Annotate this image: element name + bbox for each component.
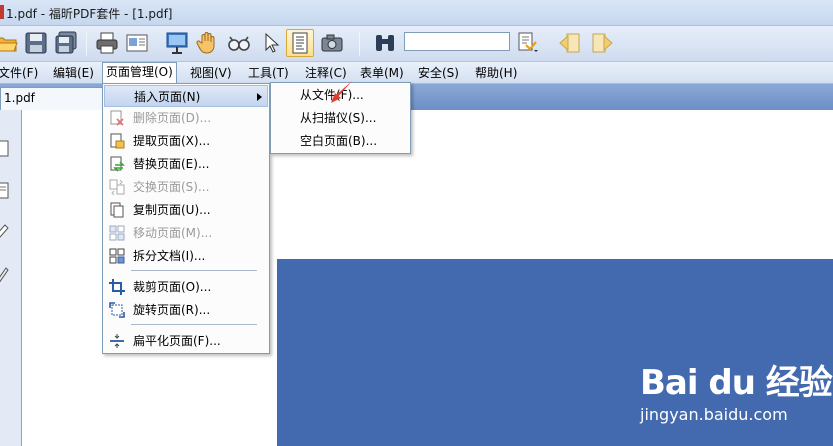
select-arrow-icon[interactable] (257, 29, 285, 57)
replace-page-icon (110, 156, 125, 172)
window-title: 1.pdf - 福昕PDF套件 - [1.pdf] (6, 7, 173, 21)
toolbar-separator (86, 32, 87, 56)
menu-flatten-page[interactable]: 扁平化页面(F)... (104, 330, 268, 352)
page-setup-icon[interactable] (123, 29, 151, 57)
menu-split-document-label: 拆分文档(I)... (133, 249, 206, 263)
find-options-icon[interactable] (514, 29, 542, 57)
document-tab[interactable]: 1.pdf (0, 87, 104, 110)
menu-page-management[interactable]: 页面管理(O) (102, 62, 177, 84)
watermark-url: jingyan.baidu.com (640, 405, 788, 424)
menu-security[interactable]: 安全(S) (415, 63, 462, 83)
crop-page-icon (109, 279, 125, 295)
split-document-icon (109, 248, 125, 264)
app-icon (0, 5, 4, 19)
menu-swap-page-label: 交换页面(S)... (133, 180, 210, 194)
snapshot-camera-icon[interactable] (318, 29, 346, 57)
title-bar: 1.pdf - 福昕PDF套件 - [1.pdf] (0, 0, 833, 26)
insert-page-icon (110, 89, 126, 105)
menu-crop-page-label: 裁剪页面(O)... (133, 280, 212, 294)
menu-insert-page[interactable]: 插入页面(N) (104, 85, 268, 107)
menu-flatten-page-label: 扁平化页面(F)... (133, 334, 221, 348)
swap-page-icon (109, 179, 125, 195)
menu-file[interactable]: 文件(F) (0, 63, 41, 83)
watermark-logo: Bai du 经验 (640, 363, 833, 403)
submenu-arrow-icon (257, 93, 262, 101)
menu-help[interactable]: 帮助(H) (472, 63, 520, 83)
zoom-glasses-icon[interactable] (225, 29, 253, 57)
menu-view[interactable]: 视图(V) (187, 63, 235, 83)
menu-move-page[interactable]: 移动页面(M)... (104, 222, 268, 244)
menu-copy-page-label: 复制页面(U)... (133, 203, 211, 217)
extract-page-icon (110, 133, 125, 149)
save-icon[interactable] (22, 29, 50, 57)
search-input[interactable] (404, 32, 510, 51)
menu-swap-page[interactable]: 交换页面(S)... (104, 176, 268, 198)
menu-tools[interactable]: 工具(T) (245, 63, 292, 83)
menu-form[interactable]: 表单(M) (357, 63, 407, 83)
menu-copy-page[interactable]: 复制页面(U)... (104, 199, 268, 221)
next-icon[interactable] (588, 29, 616, 57)
navigation-panel (0, 110, 22, 446)
menu-delete-page-label: 删除页面(D)... (133, 111, 212, 125)
previous-icon[interactable] (556, 29, 584, 57)
flatten-page-icon (110, 334, 124, 348)
layers-panel-icon[interactable] (0, 265, 10, 283)
menu-rotate-page-label: 旋转页面(R)... (133, 303, 211, 317)
presentation-icon[interactable] (163, 29, 191, 57)
annotation-arrow-icon (331, 81, 352, 103)
menu-rotate-page[interactable]: 旋转页面(R)... (104, 299, 268, 321)
menu-move-page-label: 移动页面(M)... (133, 226, 213, 240)
attachments-panel-icon[interactable] (0, 222, 10, 240)
menu-replace-page[interactable]: 替换页面(E)... (104, 153, 268, 175)
page-management-menu: 插入页面(N) 删除页面(D)... 提取页面(X)... 替换页面(E)...… (102, 83, 270, 354)
menu-extract-page-label: 提取页面(X)... (133, 134, 211, 148)
menu-separator (131, 270, 257, 271)
save-all-icon[interactable] (52, 29, 80, 57)
menu-separator (131, 324, 257, 325)
binoculars-icon[interactable] (371, 29, 399, 57)
menu-edit[interactable]: 编辑(E) (50, 63, 97, 83)
menu-delete-page[interactable]: 删除页面(D)... (104, 107, 268, 129)
menu-insert-page-label: 插入页面(N) (134, 90, 201, 104)
submenu-blank-page[interactable]: 空白页面(B)... (272, 130, 409, 153)
move-page-icon (109, 225, 125, 241)
menu-extract-page[interactable]: 提取页面(X)... (104, 130, 268, 152)
submenu-from-scanner[interactable]: 从扫描仪(S)... (272, 107, 409, 130)
pages-panel-icon[interactable] (0, 140, 10, 158)
menu-replace-page-label: 替换页面(E)... (133, 157, 210, 171)
open-folder-icon[interactable] (0, 29, 20, 57)
copy-page-icon (110, 202, 124, 218)
toolbar-separator (359, 32, 360, 56)
text-select-icon[interactable] (286, 29, 314, 57)
bookmarks-panel-icon[interactable] (0, 182, 10, 200)
rotate-page-icon (109, 302, 125, 318)
menu-split-document[interactable]: 拆分文档(I)... (104, 245, 268, 267)
print-icon[interactable] (93, 29, 121, 57)
menu-crop-page[interactable]: 裁剪页面(O)... (104, 276, 268, 298)
delete-page-icon (110, 110, 124, 126)
hand-tool-icon[interactable] (193, 29, 221, 57)
